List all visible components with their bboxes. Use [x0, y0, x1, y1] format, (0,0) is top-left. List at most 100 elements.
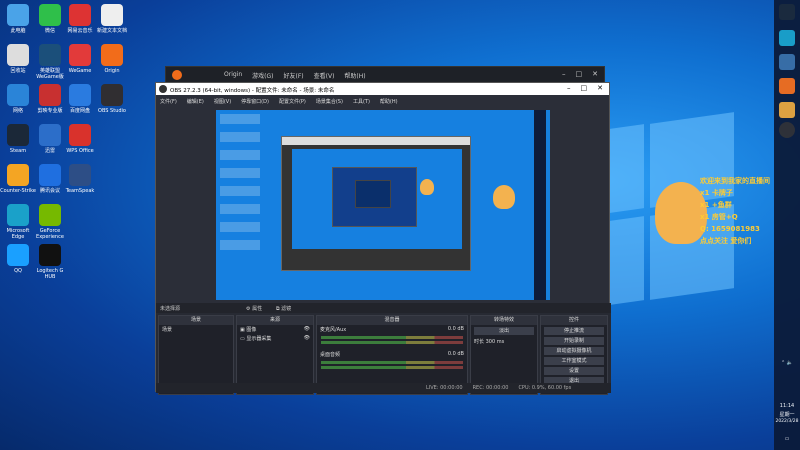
mixer-header: 混音器 [317, 316, 467, 325]
preview-mascot [493, 185, 515, 209]
desktop-icon[interactable]: Origin [94, 44, 130, 74]
clock-date: 2022/3/28 [775, 419, 799, 424]
maximize-icon[interactable]: □ [581, 84, 588, 92]
virtual-camera-button[interactable]: 启动虚拟摄像机 [544, 347, 604, 355]
app-icon [7, 244, 29, 266]
preview-nested-obs [281, 136, 471, 271]
track-name: 桌面音频 0.0 dB [320, 351, 464, 358]
controls-header: 控件 [541, 316, 607, 325]
eye-icon: 👁 [303, 326, 310, 332]
transition-select[interactable]: 淡出 [474, 327, 534, 335]
desktop-icon-label: TeamSpeak [65, 188, 95, 194]
live-status: LIVE: 00:00:00 [426, 385, 463, 391]
desktop-icon-label: 网易云音乐 [67, 28, 93, 34]
rec-status: REC: 00:00:00 [472, 385, 509, 391]
desktop-icon[interactable]: QQ [0, 244, 36, 274]
desktop-icon[interactable]: WPS Office [62, 124, 98, 154]
app-icon [7, 44, 29, 66]
origin-logo-icon [172, 70, 182, 80]
tray-icons[interactable]: ⌃ 🔈 [774, 360, 800, 366]
desktop-icon[interactable]: 百度网盘 [62, 84, 98, 114]
desktop-icon-label: 此电脑 [10, 28, 26, 34]
origin-menu[interactable]: Origin 游戏(G) 好友(F) 查看(V) 帮助(H) [224, 71, 366, 80]
origin-menu-item[interactable]: 查看(V) [314, 71, 335, 80]
clock-time[interactable]: 11:14 [774, 403, 800, 409]
menu-scene-collection[interactable]: 场景集合(S) [316, 98, 343, 105]
taskbar-app-icon[interactable] [779, 102, 795, 118]
minimize-icon[interactable]: – [567, 84, 571, 92]
desktop-icon[interactable]: Microsoft Edge [0, 204, 36, 240]
track-name: 麦克风/Aux 0.0 dB [320, 326, 464, 333]
app-icon [69, 84, 91, 106]
preview-taskbar [534, 110, 546, 300]
origin-taskbar-icon[interactable] [779, 78, 795, 94]
desktop-icon-label: QQ [14, 268, 22, 274]
desktop-icon[interactable]: 此电脑 [0, 4, 36, 34]
menu-tools[interactable]: 工具(T) [353, 98, 370, 105]
desktop-icon[interactable]: Steam [0, 124, 36, 154]
app-icon [39, 4, 61, 26]
audio-meter [321, 366, 463, 369]
source-item[interactable]: ▭ 显示器采集 👁 [237, 334, 313, 343]
desktop-icon[interactable]: WeGame [62, 44, 98, 74]
app-icon [39, 84, 61, 106]
obs-preview[interactable] [216, 110, 550, 300]
start-recording-button[interactable]: 开始录制 [544, 337, 604, 345]
eye-icon: 👁 [303, 335, 310, 341]
app-icon [7, 204, 29, 226]
obs-menu-bar[interactable]: 文件(F) 编辑(E) 视图(V) 停靠窗口(D) 配置文件(P) 场景集合(S… [156, 95, 609, 106]
desktop-icon-label: Origin [104, 68, 120, 74]
menu-view[interactable]: 视图(V) [214, 98, 231, 105]
obs-title: OBS 27.2.3 (64-bit, windows) - 配置文件: 未命名… [170, 88, 335, 94]
menu-edit[interactable]: 编辑(E) [187, 98, 204, 105]
scene-item[interactable]: 场景 [159, 325, 233, 334]
menu-file[interactable]: 文件(F) [160, 98, 177, 105]
audio-meter [321, 361, 463, 364]
steam-icon[interactable] [779, 4, 795, 20]
obs-window[interactable]: OBS 27.2.3 (64-bit, windows) - 配置文件: 未命名… [155, 82, 611, 395]
maximize-icon[interactable]: □ [576, 70, 583, 78]
app-icon [7, 164, 29, 186]
close-icon[interactable]: ✕ [592, 70, 598, 78]
app-icon [39, 204, 61, 226]
stop-streaming-button[interactable]: 停止推流 [544, 327, 604, 335]
menu-profile[interactable]: 配置文件(P) [279, 98, 306, 105]
desktop-icon[interactable]: 网易云音乐 [62, 4, 98, 34]
origin-menu-item[interactable]: 好友(F) [283, 71, 303, 80]
desktop-icon[interactable]: 新建文本文档 [94, 4, 130, 34]
desktop-icon[interactable]: TeamSpeak [62, 164, 98, 194]
close-icon[interactable]: ✕ [597, 84, 603, 92]
notification-icon[interactable]: ▭ [774, 436, 800, 442]
menu-help[interactable]: 帮助(H) [380, 98, 398, 105]
studio-mode-button[interactable]: 工作室模式 [544, 357, 604, 365]
taskbar-app-icon[interactable] [779, 30, 795, 46]
minimize-icon[interactable]: – [562, 70, 566, 78]
filters-button[interactable]: ⧉ 滤镜 [276, 305, 291, 312]
menu-docks[interactable]: 停靠窗口(D) [241, 98, 269, 105]
desktop-icon[interactable]: OBS Studio [94, 84, 130, 114]
origin-menu-item[interactable]: 帮助(H) [344, 71, 365, 80]
source-item[interactable]: ▣ 图像 👁 [237, 325, 313, 334]
desktop-icon[interactable]: Logitech G HUB [32, 244, 68, 280]
duration-row[interactable]: 时长 300 ms [471, 337, 537, 346]
desktop-icon-label: 回收站 [10, 68, 26, 74]
desktop-icon[interactable]: 回收站 [0, 44, 36, 74]
desktop-icon[interactable]: 网络 [0, 84, 36, 114]
origin-menu-item[interactable]: 游戏(G) [252, 71, 273, 80]
origin-menu-item[interactable]: Origin [224, 71, 242, 80]
desktop-icon[interactable]: Counter-Strike [0, 164, 36, 194]
audio-meter [321, 336, 463, 339]
obs-taskbar-icon[interactable] [779, 122, 795, 138]
properties-button[interactable]: ⚙ 属性 [246, 305, 262, 312]
app-icon [69, 164, 91, 186]
desktop-icon[interactable]: GeForce Experience [32, 204, 68, 240]
taskbar-app-icon[interactable] [779, 54, 795, 70]
sources-header: 来源 [237, 316, 313, 325]
audio-meter [321, 341, 463, 344]
obs-logo-icon [159, 85, 167, 93]
obs-title-bar[interactable]: OBS 27.2.3 (64-bit, windows) - 配置文件: 未命名… [156, 83, 609, 95]
obs-dock: 未选择源 ⚙ 属性 ⧉ 滤镜 场景 场景 来源 ▣ 图像 👁 ▭ 显示器采集 👁… [156, 303, 611, 395]
settings-button[interactable]: 设置 [544, 367, 604, 375]
desktop-icon-label: 网络 [12, 108, 23, 114]
app-icon [7, 84, 29, 106]
